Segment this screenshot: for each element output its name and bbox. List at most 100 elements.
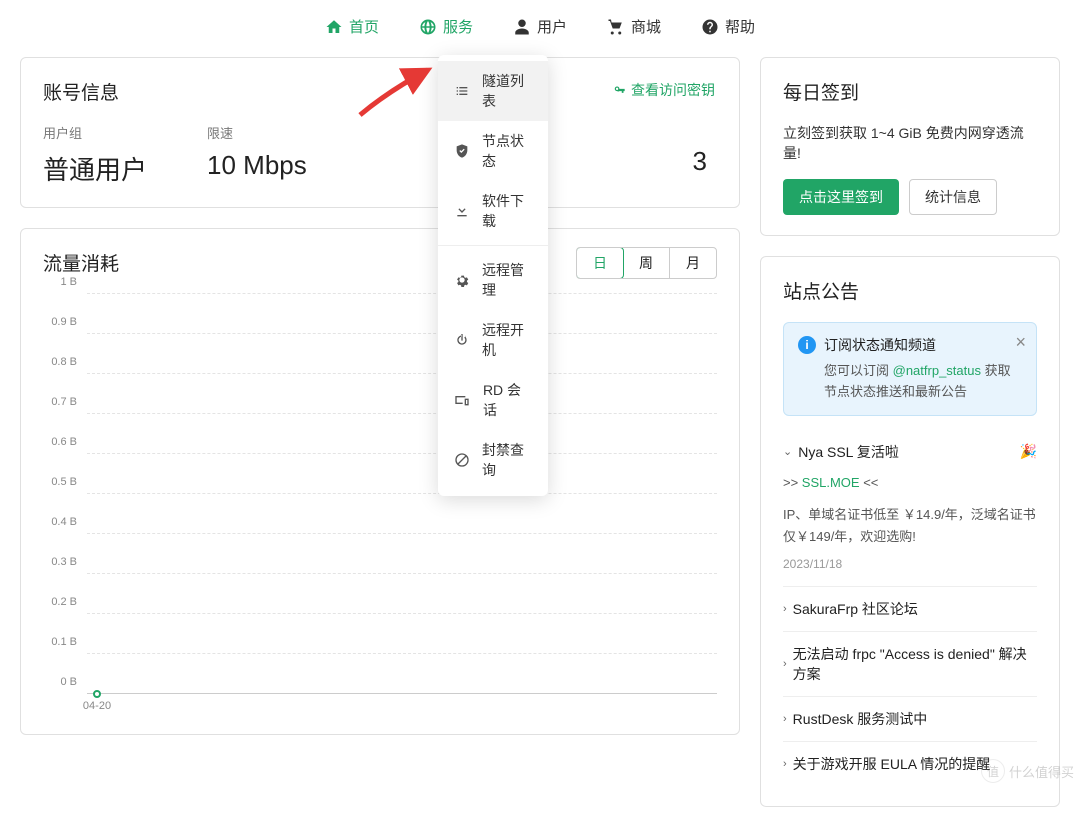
- grid-line: [87, 653, 717, 654]
- watermark-icon: 值: [981, 759, 1005, 783]
- menu-remote-mgmt[interactable]: 远程管理: [438, 250, 548, 310]
- y-tick: 0.1 B: [51, 636, 77, 648]
- menu-remote-power[interactable]: 远程开机: [438, 310, 548, 370]
- close-icon[interactable]: ×: [1015, 333, 1026, 351]
- announcements-title: 站点公告: [783, 277, 1037, 304]
- service-dropdown: 隧道列表 节点状态 软件下载 远程管理 远程开机 RD 会话 封禁查询: [438, 55, 548, 496]
- announce-title: Nya SSL 复活啦: [798, 442, 899, 462]
- grid-line: [87, 533, 717, 534]
- y-tick: 0.5 B: [51, 476, 77, 488]
- y-tick: 0.8 B: [51, 356, 77, 368]
- announce-title: RustDesk 服务测试中: [793, 709, 928, 729]
- signin-card: 每日签到 立刻签到获取 1~4 GiB 免费内网穿透流量! 点击这里签到 统计信…: [760, 57, 1060, 236]
- menu-rd-session-label: RD 会话: [483, 380, 532, 420]
- top-nav: 首页 服务 用户 商城 帮助: [0, 0, 1080, 57]
- globe-icon: [419, 18, 437, 36]
- menu-software-download[interactable]: 软件下载: [438, 181, 548, 241]
- announce-head[interactable]: ⌄Nya SSL 复活啦🎉: [783, 442, 1037, 462]
- grid-line: [87, 293, 717, 294]
- menu-remote-power-label: 远程开机: [482, 320, 532, 360]
- nav-user[interactable]: 用户: [513, 16, 567, 37]
- chevron-right-icon: ›: [783, 603, 787, 615]
- menu-tunnel-list-label: 隧道列表: [482, 71, 532, 111]
- status-channel-link[interactable]: @natfrp_status: [893, 363, 981, 378]
- signin-button[interactable]: 点击这里签到: [783, 179, 899, 215]
- announce-head[interactable]: › SakuraFrp 社区论坛: [783, 599, 1037, 619]
- y-tick: 0.3 B: [51, 556, 77, 568]
- tab-month[interactable]: 月: [670, 248, 716, 278]
- nav-service-label: 服务: [443, 16, 473, 37]
- y-tick: 0.4 B: [51, 516, 77, 528]
- y-tick: 0.9 B: [51, 316, 77, 328]
- menu-divider: [438, 245, 548, 246]
- menu-tunnel-list[interactable]: 隧道列表: [438, 61, 548, 121]
- signin-desc: 立刻签到获取 1~4 GiB 免费内网穿透流量!: [783, 123, 1037, 163]
- speed-value: 10 Mbps: [207, 150, 307, 181]
- chevron-right-icon: ›: [783, 713, 787, 725]
- menu-ban-query[interactable]: 封禁查询: [438, 430, 548, 490]
- devices-icon: [454, 391, 471, 409]
- help-icon: [701, 18, 719, 36]
- announce-date: 2023/11/18: [783, 554, 1037, 574]
- info-banner: × i 订阅状态通知频道 您可以订阅 @natfrp_status 获取节点状态…: [783, 322, 1037, 416]
- menu-node-status-label: 节点状态: [482, 131, 532, 171]
- announce-item: › SakuraFrp 社区论坛: [783, 587, 1037, 632]
- grid-line: [87, 453, 717, 454]
- group-value: 普通用户: [43, 150, 147, 187]
- watermark: 值 什么值得买: [981, 759, 1074, 783]
- info-icon: i: [798, 336, 816, 354]
- speed-label: 限速: [207, 123, 307, 142]
- party-icon: 🎉: [1020, 443, 1037, 460]
- hidden-value-tail: 3: [693, 146, 707, 177]
- nav-store-label: 商城: [631, 16, 661, 37]
- nav-home-label: 首页: [349, 16, 379, 37]
- user-icon: [513, 18, 531, 36]
- shield-icon: [454, 142, 470, 160]
- traffic-card: 流量消耗 日 周 月 0 B0.1 B0.2 B0.3 B0.4 B0.5 B0…: [20, 228, 740, 735]
- nav-help[interactable]: 帮助: [701, 16, 755, 37]
- announce-head[interactable]: ›无法启动 frpc "Access is denied" 解决方案: [783, 644, 1037, 684]
- menu-rd-session[interactable]: RD 会话: [438, 370, 548, 430]
- stats-button[interactable]: 统计信息: [909, 179, 997, 215]
- key-icon: [613, 83, 627, 97]
- data-point: [93, 690, 101, 698]
- nav-help-label: 帮助: [725, 16, 755, 37]
- y-tick: 0 B: [60, 676, 77, 688]
- cart-icon: [607, 18, 625, 36]
- y-tick: 1 B: [60, 276, 77, 288]
- banner-title: 订阅状态通知频道: [824, 335, 936, 355]
- grid-line: [87, 573, 717, 574]
- x-tick: 04-20: [83, 700, 111, 712]
- ssl-moe-link[interactable]: SSL.MOE: [802, 475, 860, 490]
- announce-item: ⌄Nya SSL 复活啦🎉>> SSL.MOE <<IP、单域名证书低至 ￥14…: [783, 430, 1037, 588]
- chart-baseline: [87, 693, 717, 694]
- announcements-card: 站点公告 × i 订阅状态通知频道 您可以订阅 @natfrp_status 获…: [760, 256, 1060, 807]
- signin-title: 每日签到: [783, 78, 1037, 105]
- menu-ban-query-label: 封禁查询: [482, 440, 532, 480]
- tab-week[interactable]: 周: [623, 248, 670, 278]
- announce-body: >> SSL.MOE <<IP、单域名证书低至 ￥14.9/年，泛域名证书仅￥1…: [783, 472, 1037, 575]
- hidden-label: [693, 123, 707, 138]
- chevron-right-icon: ›: [783, 658, 787, 670]
- announce-title: 关于游戏开服 EULA 情况的提醒: [793, 754, 991, 774]
- announce-title: SakuraFrp 社区论坛: [793, 599, 918, 619]
- y-tick: 0.6 B: [51, 436, 77, 448]
- view-access-key-link[interactable]: 查看访问密钥: [613, 80, 715, 100]
- nav-store[interactable]: 商城: [607, 16, 661, 37]
- menu-node-status[interactable]: 节点状态: [438, 121, 548, 181]
- tab-day[interactable]: 日: [576, 247, 624, 279]
- gear-icon: [454, 271, 470, 289]
- watermark-text: 什么值得买: [1009, 762, 1074, 781]
- view-access-key-label: 查看访问密钥: [631, 80, 715, 100]
- banner-body: 您可以订阅 @natfrp_status 获取节点状态推送和最新公告: [798, 361, 1022, 403]
- announce-head[interactable]: › RustDesk 服务测试中: [783, 709, 1037, 729]
- block-icon: [454, 451, 470, 469]
- list-icon: [454, 82, 470, 100]
- grid-line: [87, 493, 717, 494]
- power-icon: [454, 331, 470, 349]
- announce-item: ›无法启动 frpc "Access is denied" 解决方案: [783, 632, 1037, 697]
- nav-home[interactable]: 首页: [325, 16, 379, 37]
- nav-service[interactable]: 服务: [419, 16, 473, 37]
- grid-line: [87, 373, 717, 374]
- download-icon: [454, 202, 470, 220]
